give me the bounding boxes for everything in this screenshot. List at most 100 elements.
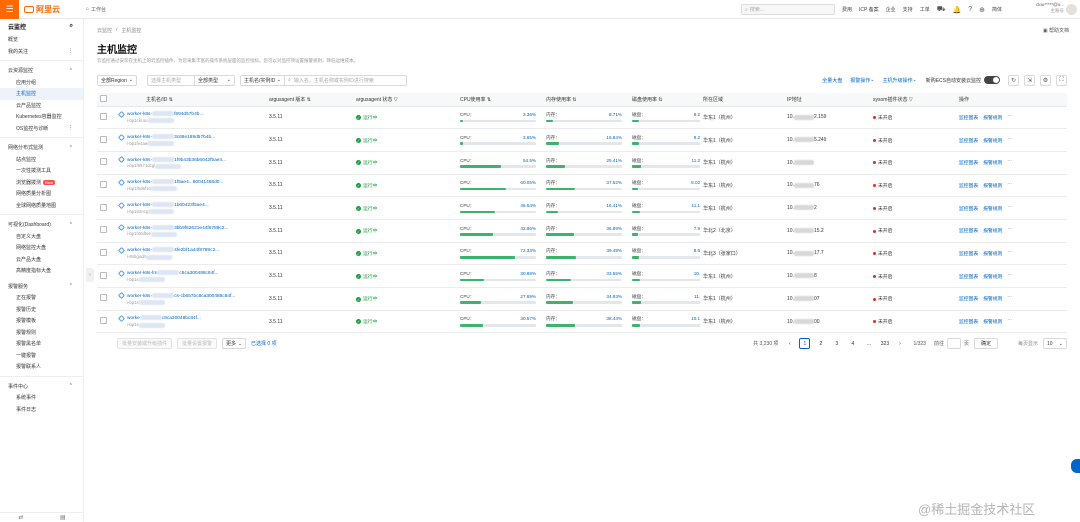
full-dashboard-link[interactable]: 全量大盘 [822, 77, 842, 84]
monitor-chart-link[interactable]: 监控图表 [959, 182, 978, 189]
refresh-icon[interactable]: ↻ [1008, 74, 1019, 86]
sidebar-item[interactable]: 报警联系人 [0, 361, 83, 373]
sort-icon[interactable]: ⇅ [571, 97, 576, 103]
more-icon[interactable]: ⋯ [1007, 137, 1012, 144]
host-type-select[interactable]: 全部类型 ⌄ [195, 74, 235, 86]
sidebar-item[interactable]: 全球网络质量地图 [0, 200, 83, 212]
sidebar-item[interactable]: 系统事件 [0, 392, 83, 404]
more-icon[interactable]: ⋯ [1007, 250, 1012, 257]
logo[interactable]: 阿里云 [24, 4, 72, 15]
help-icon[interactable]: ? [968, 6, 972, 13]
collapse-icon[interactable]: ▤ [60, 514, 66, 521]
more-icon[interactable]: ⋯ [1007, 318, 1012, 325]
sidebar-item[interactable]: 报警历史 [0, 304, 83, 316]
sidebar-item[interactable]: 主机监控 [0, 88, 83, 100]
prev-page-button[interactable]: ‹ [784, 338, 795, 349]
more-icon[interactable]: ⋯ [1007, 205, 1012, 212]
row-checkbox[interactable] [100, 226, 107, 234]
alarm-rule-link[interactable]: 报警规则 [983, 273, 1002, 280]
sidebar-item[interactable]: 报警模板 [0, 315, 83, 327]
sidebar-item[interactable]: 应用分组 [0, 77, 83, 89]
search-icon[interactable]: ⌕ [70, 23, 73, 30]
language-switch[interactable]: 简体 [992, 6, 1002, 13]
row-checkbox[interactable] [100, 158, 107, 166]
sidebar-group[interactable]: 网络分布式监测 ⌃ [0, 142, 83, 154]
cart-icon[interactable]: ⛟ [937, 5, 946, 14]
sidebar-item[interactable]: 站点监控 [0, 154, 83, 166]
sidebar-group[interactable]: 报警服务 ⌃ [0, 281, 83, 293]
row-checkbox[interactable] [100, 317, 107, 325]
sidebar-item[interactable]: 事件日志 [0, 404, 83, 416]
search-input[interactable]: ⌕ 输入名，主机名称或实例ID进行搜索 [285, 74, 407, 86]
alarm-rule-link[interactable]: 报警规则 [983, 137, 1002, 144]
name-filter-select[interactable]: 主机名/实例ID ⌄ [240, 74, 285, 86]
alarm-rule-link[interactable]: 报警规则 [983, 114, 1002, 121]
page-button[interactable]: 323 [879, 338, 890, 349]
sidebar-group[interactable]: 事件中心 ⌃ [0, 381, 83, 393]
row-checkbox[interactable] [100, 135, 107, 143]
sidebar-item[interactable]: 云产品大盘 [0, 254, 83, 266]
alarm-rule-link[interactable]: 报警规则 [983, 205, 1002, 212]
gear-icon[interactable]: ⚙ [1040, 74, 1051, 86]
top-nav-item[interactable]: 工单 [920, 6, 930, 13]
host-upgrade-link[interactable]: 主机升级操作 [882, 77, 912, 84]
auto-install-toggle[interactable] [984, 76, 1000, 84]
sidebar-item[interactable]: OS监控与诊断 ⋮ [0, 123, 83, 135]
sidebar-item[interactable]: 一键报警 [0, 350, 83, 362]
chat-assistant-button[interactable] [1071, 459, 1080, 473]
help-doc-link[interactable]: ▣ 帮助文档 [1043, 27, 1069, 34]
sidebar-item[interactable]: 正在报警 [0, 292, 83, 304]
alarm-rule-link[interactable]: 报警规则 [983, 227, 1002, 234]
host-name-link[interactable]: worker-k8s- 4fe2bf1a44f8789c2... [127, 247, 219, 253]
host-name-link[interactable]: worker-k8s- 1f9b43b36b6042f5ae4... [127, 156, 226, 162]
host-name-link[interactable]: worker-k8s-fm c8ca300488c84f... [127, 270, 219, 276]
sidebar-item[interactable]: 云产品监控 [0, 100, 83, 112]
select-all-checkbox[interactable] [100, 94, 107, 102]
sidebar-item[interactable]: 网络质量分析图 [0, 188, 83, 200]
page-button[interactable]: 2 [815, 338, 826, 349]
sort-icon[interactable]: ⇅ [486, 97, 491, 103]
swap-icon[interactable]: ⇄ [18, 514, 23, 521]
page-button[interactable]: 4 [847, 338, 858, 349]
page-button[interactable]: 1 [799, 338, 811, 349]
monitor-chart-link[interactable]: 监控图表 [959, 318, 978, 325]
top-nav-item[interactable]: ICP 备案 [859, 6, 879, 13]
alarm-rule-link[interactable]: 报警规则 [983, 295, 1002, 302]
page-button[interactable]: 3 [831, 338, 842, 349]
more-icon[interactable]: ⋯ [1007, 159, 1012, 166]
breadcrumb-item[interactable]: 云监控 [97, 27, 112, 34]
region-select[interactable]: 全部Region ⌄ [97, 74, 137, 86]
host-name-link[interactable]: worker-k8s- 3c68e189d57b4b... [127, 133, 215, 140]
alarm-rule-link[interactable]: 报警规则 [983, 159, 1002, 166]
sidebar-item[interactable]: 自定义大盘 [0, 231, 83, 243]
monitor-chart-link[interactable]: 监控图表 [959, 227, 978, 234]
more-icon[interactable]: ⋯ [1007, 273, 1012, 280]
monitor-chart-link[interactable]: 监控图表 [959, 295, 978, 302]
batch-alarm-button[interactable]: 批量设置报警 [177, 338, 218, 349]
menu-icon[interactable]: ☰ [0, 0, 19, 19]
sidebar-item[interactable]: 报警规则 [0, 327, 83, 339]
row-checkbox[interactable] [100, 271, 107, 279]
row-checkbox[interactable] [100, 112, 107, 120]
more-icon[interactable]: ⋯ [1007, 227, 1012, 234]
alarm-rule-link[interactable]: 报警规则 [983, 318, 1002, 325]
alarm-rule-link[interactable]: 报警规则 [983, 250, 1002, 257]
sidebar-item[interactable]: 高精度指标大盘 [0, 265, 83, 277]
sort-icon[interactable]: ⇅ [657, 97, 662, 103]
more-icon[interactable]: ⋯ [1007, 295, 1012, 302]
monitor-chart-link[interactable]: 监控图表 [959, 205, 978, 212]
export-icon[interactable]: ⇲ [1024, 74, 1035, 86]
sidebar-collapse-handle[interactable]: ‹ [86, 268, 94, 282]
avatar[interactable] [1066, 4, 1077, 15]
group-select[interactable]: 选择主机类型 [147, 74, 195, 86]
sidebar-item[interactable]: 我的关注 ⋮ [0, 46, 83, 58]
top-nav-item[interactable]: 费用 [842, 6, 852, 13]
more-button[interactable]: 更多 ⌄ [222, 338, 247, 349]
more-icon[interactable]: ⋯ [1007, 182, 1012, 189]
sidebar-item[interactable]: 浏览器拨测 New [0, 177, 83, 189]
sidebar-group[interactable]: 可视化(Dashboard) ⌃ [0, 219, 83, 231]
monitor-chart-link[interactable]: 监控图表 [959, 159, 978, 166]
monitor-chart-link[interactable]: 监控图表 [959, 137, 978, 144]
globe-icon[interactable]: ⊕ [979, 6, 985, 14]
per-page-select[interactable]: 10 ⌄ [1043, 338, 1067, 349]
